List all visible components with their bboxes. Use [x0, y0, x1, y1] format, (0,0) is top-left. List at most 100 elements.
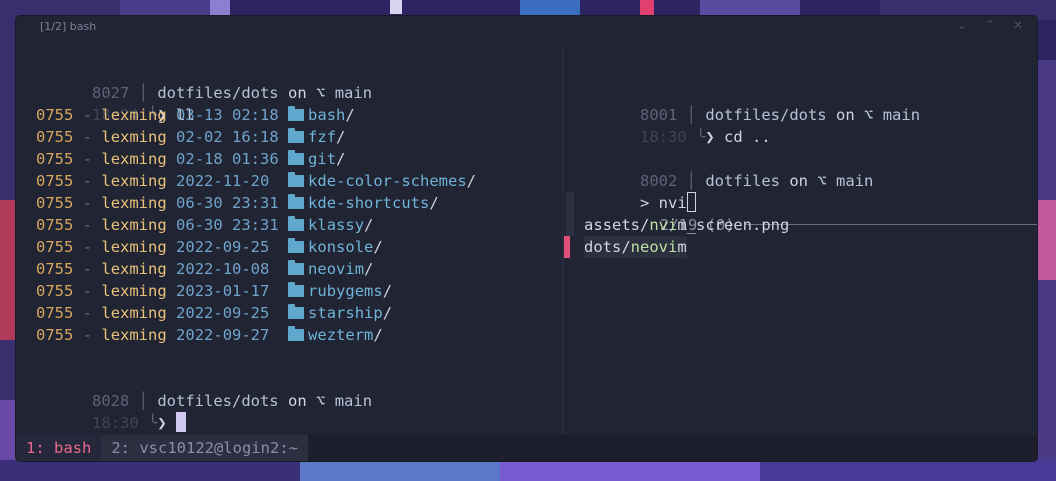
size-dash: -	[82, 128, 93, 146]
folder-icon	[288, 128, 305, 143]
size-dash: -	[82, 194, 93, 212]
permissions: 0755	[36, 172, 74, 190]
permissions: 0755	[36, 128, 74, 146]
directory-slash: /	[364, 216, 374, 234]
prompt-line: 8001 │ dotfiles/dots on ⌥ main	[640, 106, 921, 124]
git-branch: main	[836, 172, 874, 190]
directory-name: bash	[308, 106, 346, 124]
modified-date: 06-30 23:31	[176, 194, 279, 212]
modified-date: 2022-11-20	[176, 172, 270, 190]
fzf-result-item[interactable]: assets/nvim_screen.png	[584, 214, 789, 236]
fzf-query-line[interactable]: > nvi	[584, 170, 696, 212]
list-item: 0755 - lexming 2022-09-25 starship/	[36, 302, 392, 324]
owner: lexming	[101, 106, 167, 124]
maximize-icon[interactable]: ⌃	[985, 18, 995, 32]
branch-icon: ⌥	[316, 84, 326, 102]
right-pane[interactable]: 8001 │ dotfiles/dots on ⌥ main 18:30 ╰❯ …	[564, 38, 1037, 435]
command-line[interactable]: 18:30 ╰❯	[36, 390, 187, 432]
owner: lexming	[101, 128, 167, 146]
directory-name: kde-shortcuts	[308, 194, 430, 212]
directory-name: kde-color-schemes	[308, 172, 467, 190]
directory-name: klassy	[308, 216, 365, 234]
prompt-line: 8027 │ dotfiles/dots on ⌥ main	[92, 84, 373, 102]
tab-login[interactable]: 2: vsc10122@login2:~	[101, 435, 308, 461]
left-pane[interactable]: 8027 │ dotfiles/dots on ⌥ main 18:24 ╰❯ …	[16, 38, 562, 435]
pane-divider[interactable]	[562, 46, 563, 435]
modified-date: 2022-10-08	[176, 260, 270, 278]
result-match: neovi	[630, 238, 678, 256]
directory-slash: /	[373, 238, 383, 256]
result-suffix: m	[677, 238, 687, 256]
modified-date: 2022-09-27	[176, 326, 270, 344]
git-branch: main	[882, 106, 921, 124]
modified-date: 06-30 23:31	[176, 216, 279, 234]
directory-slash: /	[382, 282, 393, 300]
list-item: 0755 - lexming 2022-11-20 kde-color-sche…	[36, 170, 476, 192]
permissions: 0755	[36, 282, 74, 300]
owner: lexming	[101, 172, 167, 190]
size-dash: -	[82, 238, 93, 256]
permissions: 0755	[36, 238, 74, 256]
branch-icon: ⌥	[316, 392, 326, 410]
prompt-symbol: ❯	[157, 414, 177, 432]
list-item: 0755 - lexming 03-13 02:18 bash/	[36, 104, 355, 126]
terminal-window[interactable]: [1/2] bash ⌄ ⌃ ✕ 8027 │ dotfiles/dots on…	[16, 16, 1037, 461]
modified-date: 2023-01-17	[176, 282, 270, 300]
directory-name: konsole	[308, 238, 374, 256]
close-icon[interactable]: ✕	[1013, 18, 1023, 32]
permissions: 0755	[36, 216, 74, 234]
permissions: 0755	[36, 194, 74, 212]
folder-icon	[288, 326, 305, 341]
prompt-path: dotfiles	[705, 172, 780, 190]
command-line: 18:30 ╰❯ cd ..	[640, 128, 771, 146]
owner: lexming	[101, 150, 167, 168]
result-suffix: m_screen.png	[677, 216, 790, 234]
text-cursor	[176, 412, 187, 432]
owner: lexming	[101, 216, 167, 234]
fzf-info-line: 2/19 (0)	[584, 192, 1037, 234]
permissions: 0755	[36, 106, 74, 124]
owner: lexming	[101, 326, 167, 344]
selection-marker	[564, 236, 570, 258]
permissions: 0755	[36, 326, 74, 344]
folder-icon	[288, 260, 305, 275]
folder-icon	[288, 194, 305, 209]
prompt-on: on	[288, 392, 307, 410]
prompt-line: 8028 │ dotfiles/dots on ⌥ main	[92, 392, 373, 410]
minimize-icon[interactable]: ⌄	[957, 18, 967, 32]
tab-bash[interactable]: 1: bash	[16, 435, 102, 461]
list-item: 0755 - lexming 2023-01-17 rubygems/	[36, 280, 392, 302]
folder-icon	[288, 304, 305, 319]
command-line: 18:24 ╰❯ ll	[92, 106, 195, 124]
directory-name: rubygems	[308, 282, 383, 300]
prompt-time: 18:30	[92, 414, 139, 432]
fzf-gutter	[566, 214, 574, 236]
list-item: 0755 - lexming 2022-10-08 neovim/	[36, 258, 373, 280]
fzf-result-item[interactable]: dots/neovim	[584, 236, 687, 258]
folder-icon	[288, 172, 305, 187]
directory-name: starship	[308, 304, 383, 322]
prompt-on: on	[789, 172, 808, 190]
list-item: 0755 - lexming 06-30 23:31 kde-shortcuts…	[36, 192, 439, 214]
owner: lexming	[101, 282, 167, 300]
directory-slash: /	[345, 106, 355, 124]
size-dash: -	[82, 304, 93, 322]
branch-icon: ⌥	[864, 106, 874, 124]
git-branch: main	[334, 84, 373, 102]
size-dash: -	[82, 216, 93, 234]
list-item: 0755 - lexming 2022-09-25 konsole/	[36, 236, 383, 258]
directory-slash: /	[336, 150, 346, 168]
directory-name: neovim	[308, 260, 365, 278]
folder-icon	[288, 150, 305, 165]
modified-date: 2022-09-25	[176, 238, 270, 256]
size-dash: -	[82, 260, 93, 278]
titlebar[interactable]: [1/2] bash ⌄ ⌃ ✕	[16, 16, 1037, 38]
list-item: 0755 - lexming 06-30 23:31 klassy/	[36, 214, 373, 236]
directory-name: git	[308, 150, 337, 168]
prompt-time: 18:30	[640, 128, 687, 146]
directory-slash: /	[373, 326, 383, 344]
prompt-line: 8002 │ dotfiles on ⌥ main	[640, 172, 874, 190]
directory-name: fzf	[308, 128, 337, 146]
directory-name: wezterm	[308, 326, 374, 344]
directory-slash: /	[429, 194, 439, 212]
